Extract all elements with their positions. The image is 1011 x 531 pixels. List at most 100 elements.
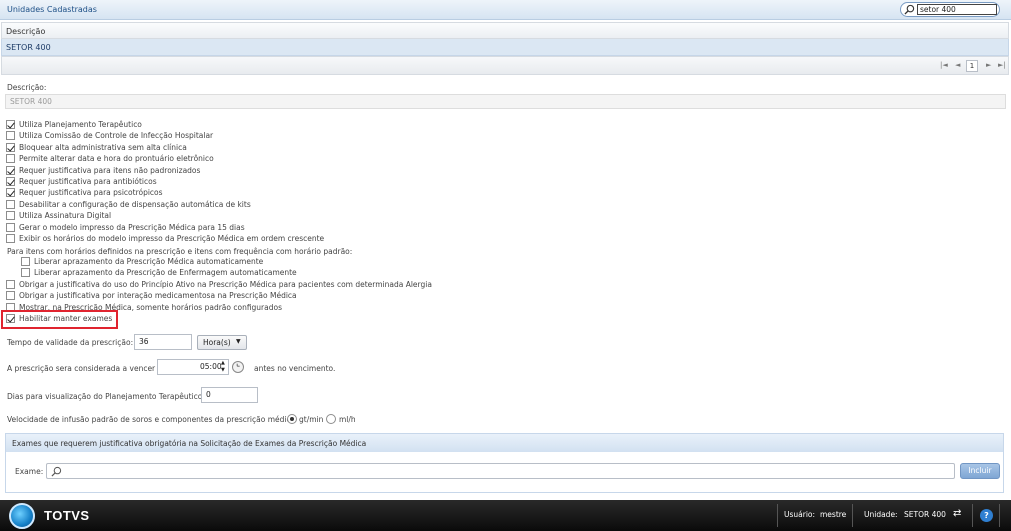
option-row[interactable]: Liberar aprazamento da Prescrição Médica… bbox=[21, 256, 263, 267]
option-label: Requer justificativa para psicotrópicos bbox=[19, 188, 163, 198]
dias-input[interactable]: 0 bbox=[201, 387, 258, 403]
option-row[interactable]: Bloquear alta administrativa sem alta cl… bbox=[6, 142, 187, 153]
exame-label: Exame: bbox=[15, 467, 44, 476]
divider bbox=[852, 504, 853, 527]
option-checkbox[interactable] bbox=[6, 234, 15, 243]
option-label: Obrigar a justificativa por interação me… bbox=[19, 291, 297, 301]
option-label: Gerar o modelo impresso da Prescrição Mé… bbox=[19, 222, 245, 232]
option-checkbox[interactable] bbox=[6, 280, 15, 289]
option-label: Liberar aprazamento da Prescrição de Enf… bbox=[34, 268, 297, 278]
dias-label: Dias para visualização do Planejamento T… bbox=[7, 392, 203, 401]
include-button[interactable]: Incluir bbox=[960, 463, 1000, 479]
option-checkbox[interactable] bbox=[6, 222, 15, 232]
validade-value: 36 bbox=[139, 337, 149, 346]
option-row[interactable]: Utiliza Assinatura Digital bbox=[6, 210, 111, 221]
option-row[interactable]: Utiliza Planejamento Terapêutico bbox=[6, 119, 142, 130]
page-number[interactable]: 1 bbox=[966, 60, 978, 72]
option-label: Requer justificativa para itens não padr… bbox=[19, 165, 201, 175]
table-row[interactable]: SETOR 400 bbox=[1, 39, 1009, 56]
frequency-heading: Para itens com horários definidos na pre… bbox=[7, 247, 353, 256]
first-page-button[interactable]: |◄ bbox=[940, 61, 948, 69]
option-checkbox[interactable] bbox=[21, 257, 30, 266]
option-label: Utiliza Comissão de Controle de Infecção… bbox=[19, 131, 214, 141]
option-checkbox[interactable] bbox=[21, 268, 30, 278]
exams-panel: Exames que requerem justificativa obriga… bbox=[5, 433, 1004, 493]
validade-unit-select[interactable]: Hora(s) ▼ bbox=[197, 335, 247, 350]
radio-gt-min-label: gt/min bbox=[299, 415, 324, 424]
switch-unit-icon[interactable]: ⇄ bbox=[953, 508, 961, 519]
exams-panel-header: Exames que requerem justificativa obriga… bbox=[6, 434, 1003, 452]
option-row[interactable]: Requer justificativa para psicotrópicos bbox=[6, 187, 163, 198]
option-row[interactable]: Obrigar a justificativa do uso do Princí… bbox=[6, 279, 432, 290]
prev-page-button[interactable]: ◄ bbox=[955, 61, 960, 69]
validade-input[interactable]: 36 bbox=[134, 334, 192, 350]
option-row[interactable]: Exibir os horários do modelo impresso da… bbox=[6, 233, 324, 244]
chevron-down-icon: ▼ bbox=[236, 338, 241, 345]
pager: |◄ ◄ 1 ► ►| bbox=[1, 56, 1009, 75]
vencer-time-input[interactable]: 05:00 ▲ ▼ bbox=[157, 359, 229, 375]
descricao-field[interactable]: SETOR 400 bbox=[5, 94, 1006, 109]
exams-panel-title: Exames que requerem justificativa obriga… bbox=[12, 439, 367, 448]
search-box[interactable] bbox=[900, 2, 1000, 17]
validade-unit: Hora(s) bbox=[203, 338, 231, 347]
usuario-label: Usuário: bbox=[784, 510, 816, 519]
descricao-value: SETOR 400 bbox=[10, 97, 52, 106]
option-label: Liberar aprazamento da Prescrição Médica… bbox=[34, 257, 264, 266]
last-page-button[interactable]: ►| bbox=[998, 61, 1006, 69]
option-checkbox[interactable] bbox=[6, 177, 15, 186]
radio-ml-h-label: ml/h bbox=[339, 415, 356, 424]
option-label: Permite alterar data e hora do prontuári… bbox=[19, 154, 214, 164]
search-icon bbox=[51, 466, 62, 477]
option-label: Desabilitar a configuração de dispensaçã… bbox=[19, 199, 251, 209]
clock-icon[interactable] bbox=[232, 361, 244, 373]
option-row[interactable]: Permite alterar data e hora do prontuári… bbox=[6, 153, 214, 164]
option-checkbox[interactable] bbox=[6, 188, 15, 198]
option-checkbox[interactable] bbox=[6, 120, 15, 129]
option-label: Utiliza Assinatura Digital bbox=[19, 211, 112, 221]
dias-value: 0 bbox=[206, 390, 211, 399]
option-checkbox[interactable] bbox=[6, 211, 15, 221]
search-input[interactable] bbox=[917, 4, 997, 15]
option-checkbox[interactable] bbox=[6, 142, 15, 152]
option-row[interactable]: Liberar aprazamento da Prescrição de Enf… bbox=[21, 267, 297, 278]
option-label: Exibir os horários do modelo impresso da… bbox=[19, 234, 325, 243]
divider bbox=[999, 504, 1000, 527]
row-descricao: SETOR 400 bbox=[6, 43, 51, 52]
option-checkbox[interactable] bbox=[6, 154, 15, 164]
divider bbox=[777, 504, 778, 527]
option-row[interactable]: Obrigar a justificativa por interação me… bbox=[6, 290, 297, 301]
option-row[interactable]: Desabilitar a configuração de dispensaçã… bbox=[6, 199, 251, 210]
unidade-value: SETOR 400 bbox=[904, 510, 946, 519]
radio-ml-h[interactable] bbox=[326, 414, 336, 424]
option-label: Bloquear alta administrativa sem alta cl… bbox=[19, 142, 187, 152]
option-row[interactable]: Utiliza Comissão de Controle de Infecção… bbox=[6, 130, 213, 141]
descricao-label: Descrição: bbox=[7, 83, 47, 92]
option-checkbox[interactable] bbox=[6, 165, 15, 175]
grid-column-header[interactable]: Descrição bbox=[1, 22, 1009, 39]
next-page-button[interactable]: ► bbox=[986, 61, 991, 69]
option-label: Utiliza Planejamento Terapêutico bbox=[19, 120, 142, 129]
help-icon[interactable]: ? bbox=[980, 509, 993, 522]
option-checkbox[interactable] bbox=[6, 131, 15, 141]
option-checkbox[interactable] bbox=[6, 291, 15, 301]
option-checkbox[interactable] bbox=[6, 199, 15, 209]
option-label: Obrigar a justificativa do uso do Princí… bbox=[19, 280, 432, 289]
option-row[interactable]: Gerar o modelo impresso da Prescrição Mé… bbox=[6, 222, 245, 233]
list-title: Unidades Cadastradas bbox=[7, 5, 97, 14]
footer-bar: TOTVS Usuário: mestre Unidade: SETOR 400… bbox=[0, 500, 1011, 531]
search-icon bbox=[904, 4, 915, 15]
unidade-label: Unidade: bbox=[864, 510, 898, 519]
velocidade-label: Velocidade de infusão padrão de soros e … bbox=[7, 415, 296, 424]
list-header: Unidades Cadastradas bbox=[0, 0, 1011, 20]
exame-input[interactable] bbox=[46, 463, 955, 479]
vencer-suffix: antes no vencimento. bbox=[254, 364, 336, 373]
totvs-logo: TOTVS bbox=[44, 508, 90, 523]
validade-label: Tempo de validade da prescrição: bbox=[7, 338, 134, 347]
radio-gt-min[interactable] bbox=[287, 414, 297, 424]
time-spinner-icon[interactable]: ▲ ▼ bbox=[221, 360, 225, 374]
vencer-value: 05:00 bbox=[200, 362, 222, 371]
divider bbox=[972, 504, 973, 527]
option-row[interactable]: Requer justificativa para antibióticos bbox=[6, 176, 157, 187]
totvs-logo-icon bbox=[9, 503, 35, 529]
option-row[interactable]: Requer justificativa para itens não padr… bbox=[6, 165, 200, 176]
